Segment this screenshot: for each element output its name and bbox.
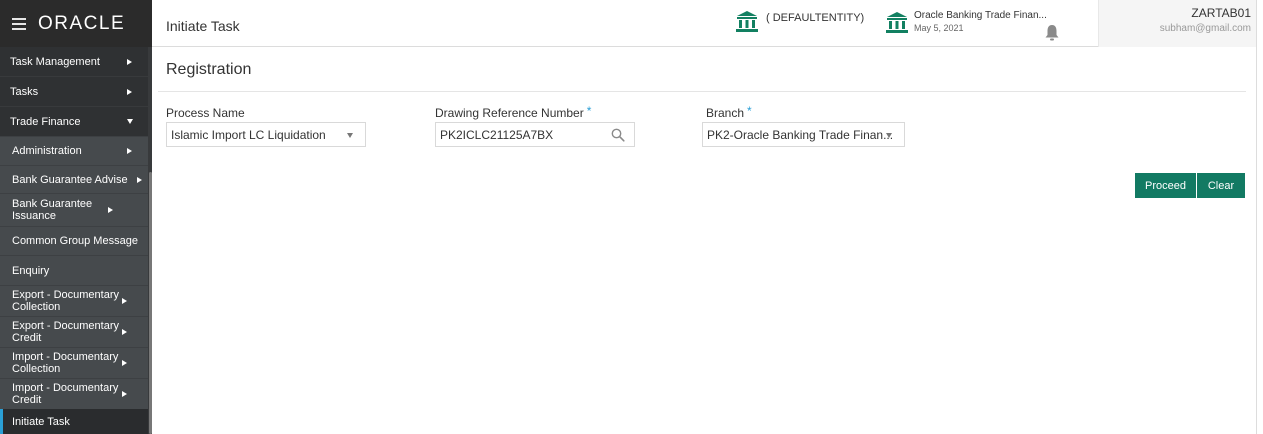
sidebar-item-label: Bank Guarantee Advise xyxy=(12,173,128,186)
sidebar-item-export-documentary-credit[interactable]: Export - Documentary Credit xyxy=(0,316,148,347)
chevron-right-icon xyxy=(122,298,127,304)
sidebar-item-import-documentary-credit[interactable]: Import - Documentary Credit xyxy=(0,378,148,409)
entity-label: ( DEFAULTENTITY) xyxy=(766,12,865,24)
sidebar-item-label: Import - Documentary Collection xyxy=(12,351,119,375)
branch-label: Branch * xyxy=(706,104,752,120)
chevron-right-icon xyxy=(122,391,127,397)
sidebar-item-label: Export - Documentary Credit xyxy=(12,320,119,344)
clear-button[interactable]: Clear xyxy=(1197,173,1245,198)
sidebar-item-initiate-task[interactable]: Initiate Task xyxy=(0,409,148,434)
chevron-right-icon xyxy=(127,58,132,65)
branch-text: Oracle Banking Trade Finan... May 5, 202… xyxy=(914,10,1047,34)
sidebar-item-export-documentary-collection[interactable]: Export - Documentary Collection xyxy=(0,285,148,316)
chevron-down-icon xyxy=(127,119,133,124)
sidebar-item-label: Initiate Task xyxy=(12,415,70,428)
chevron-right-icon xyxy=(122,329,127,335)
drawing-ref-value: PK2ICLC21125A7BX xyxy=(440,127,554,142)
chevron-right-icon xyxy=(137,176,142,183)
sidebar-item-label: Enquiry xyxy=(12,264,50,277)
sidebar-item-label: Bank Guarantee Issuance xyxy=(12,198,93,222)
drawing-ref-label: Drawing Reference Number * xyxy=(435,104,592,120)
drawing-ref-label-text: Drawing Reference Number xyxy=(435,106,584,120)
sidebar-item-label: Trade Finance xyxy=(10,115,81,128)
chevron-right-icon xyxy=(122,360,127,366)
page-scrollbar[interactable] xyxy=(1256,0,1263,47)
sidebar-item-label: Common Group Message xyxy=(12,235,138,247)
caret-down-icon xyxy=(886,133,892,138)
required-marker: * xyxy=(747,104,752,118)
process-name-label-text: Process Name xyxy=(166,106,245,120)
sidebar-item-task-management[interactable]: Task Management xyxy=(0,47,148,76)
sidebar-item-label: Import - Documentary Credit xyxy=(12,382,119,406)
user-email: subham@gmail.com xyxy=(1159,23,1251,34)
bell-icon[interactable] xyxy=(1044,24,1060,42)
sidebar-item-bank-guarantee-advise[interactable]: Bank Guarantee Advise xyxy=(0,165,148,193)
sidebar: Task Management Tasks Trade Finance Admi… xyxy=(0,47,152,434)
search-icon[interactable] xyxy=(611,128,625,142)
sidebar-item-label: Tasks xyxy=(10,85,39,98)
sidebar-item-common-group-message[interactable]: Common Group Message xyxy=(0,226,148,255)
proceed-button[interactable]: Proceed xyxy=(1135,173,1196,198)
menu-icon[interactable] xyxy=(12,17,26,30)
branch-name: Oracle Banking Trade Finan... xyxy=(914,10,1047,21)
main-scrollbar[interactable] xyxy=(1256,47,1263,434)
branch-value: PK2-Oracle Banking Trade Finan... xyxy=(707,127,894,142)
sidebar-item-label: Administration xyxy=(12,145,82,157)
branch-select[interactable]: PK2-Oracle Banking Trade Finan... xyxy=(702,122,905,147)
brand-area: ORACLE xyxy=(0,0,152,47)
chevron-right-icon xyxy=(127,88,132,95)
required-marker: * xyxy=(586,104,592,118)
process-name-label: Process Name xyxy=(166,106,245,120)
bank-icon xyxy=(736,11,758,32)
divider xyxy=(158,91,1246,92)
chevron-right-icon xyxy=(108,207,113,213)
sidebar-item-import-documentary-collection[interactable]: Import - Documentary Collection xyxy=(0,347,148,378)
bank-icon xyxy=(886,12,908,33)
sidebar-item-trade-finance[interactable]: Trade Finance xyxy=(0,107,148,136)
oracle-logo: ORACLE xyxy=(38,12,126,34)
main-content: Registration Process Name Islamic Import… xyxy=(152,47,1256,434)
caret-down-icon xyxy=(347,133,353,138)
branch-date: May 5, 2021 xyxy=(914,23,964,33)
sidebar-item-tasks[interactable]: Tasks xyxy=(0,77,148,106)
section-title: Registration xyxy=(166,61,252,78)
sidebar-item-administration[interactable]: Administration xyxy=(0,136,148,165)
user-menu[interactable]: ZARTAB01 subham@gmail.com xyxy=(1098,0,1256,47)
process-name-select[interactable]: Islamic Import LC Liquidation xyxy=(166,122,366,147)
branch-label-text: Branch xyxy=(706,106,745,120)
entity-selector[interactable]: ( DEFAULTENTITY) xyxy=(736,10,864,32)
branch-selector[interactable]: Oracle Banking Trade Finan... May 5, 202… xyxy=(886,10,1047,34)
chevron-right-icon xyxy=(127,148,132,154)
user-name: ZARTAB01 xyxy=(1191,6,1251,20)
sidebar-item-label: Task Management xyxy=(10,55,100,68)
page-title: Initiate Task xyxy=(166,18,240,34)
drawing-ref-input[interactable]: PK2ICLC21125A7BX xyxy=(435,122,635,147)
process-name-value: Islamic Import LC Liquidation xyxy=(171,127,326,142)
sidebar-item-enquiry[interactable]: Enquiry xyxy=(0,255,148,285)
sidebar-item-bank-guarantee-issuance[interactable]: Bank Guarantee Issuance xyxy=(0,193,148,226)
sidebar-item-label: Export - Documentary Collection xyxy=(12,289,119,313)
top-bar: ORACLE Initiate Task ( DEFAULTENTITY) Or… xyxy=(0,0,1263,47)
